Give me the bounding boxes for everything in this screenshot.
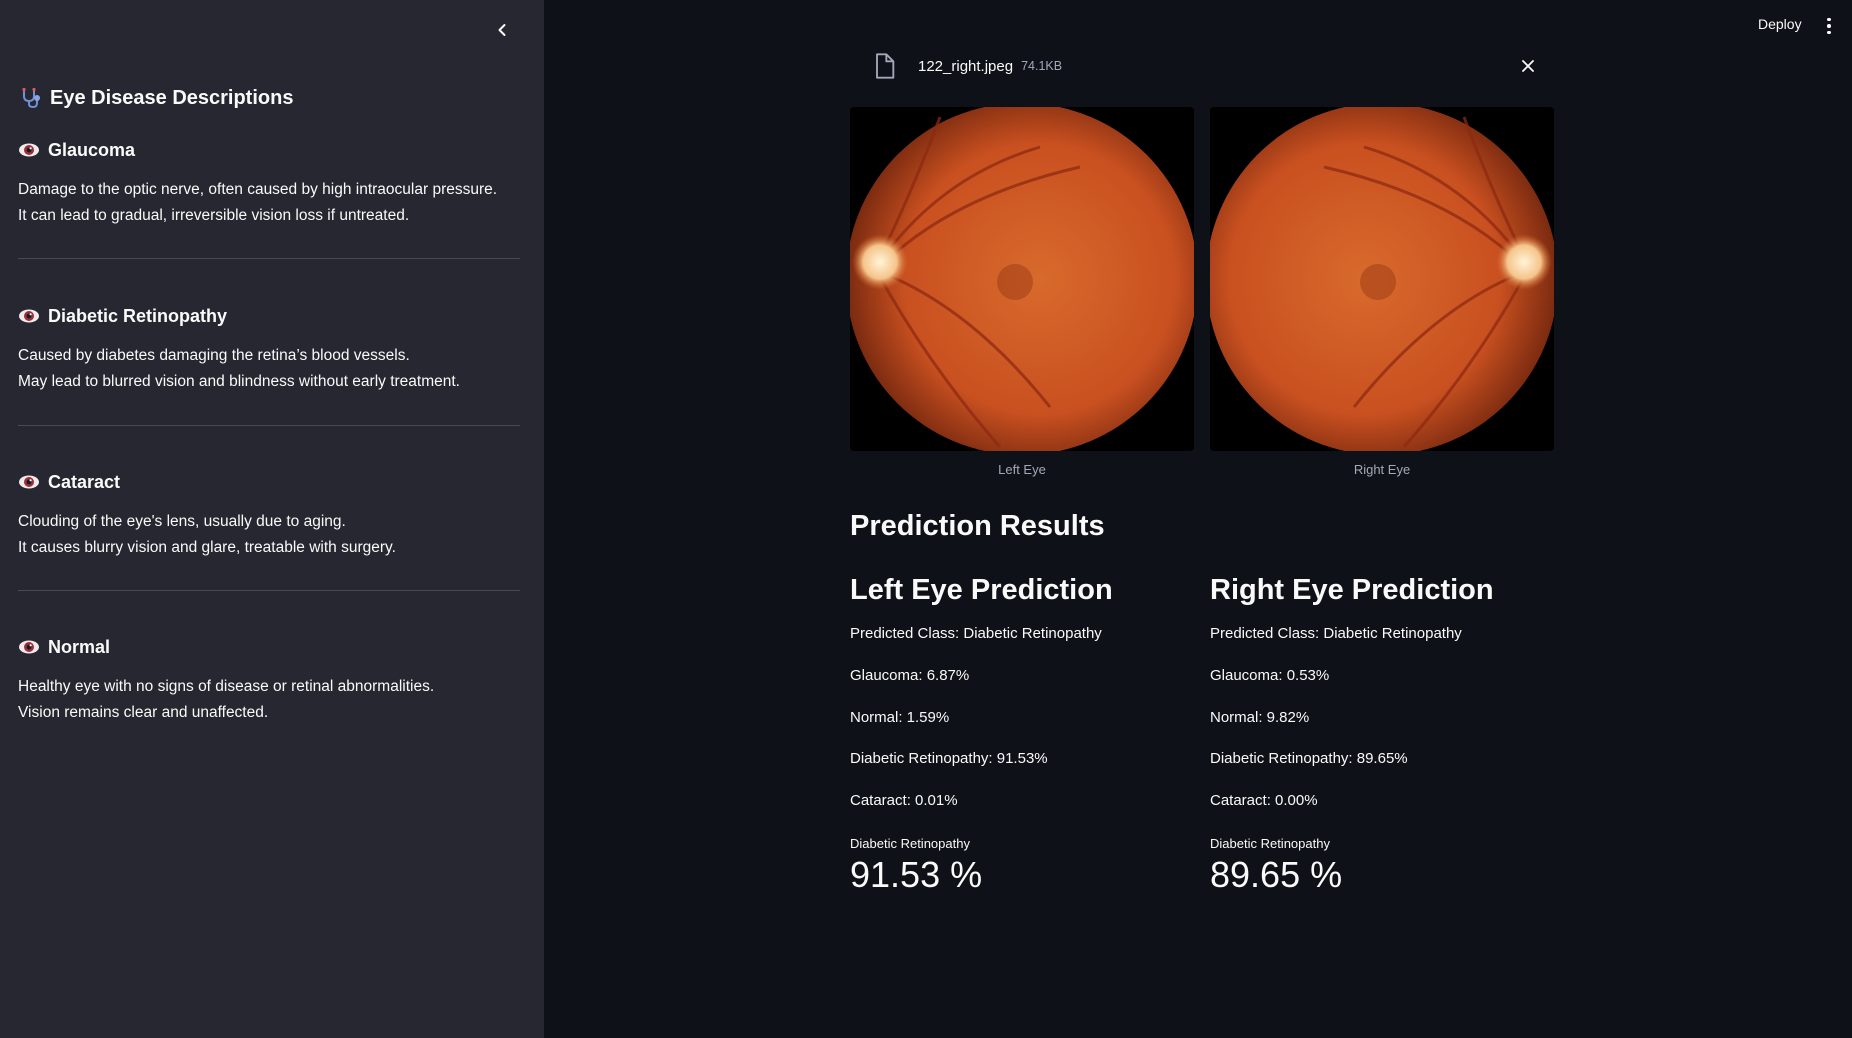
dr-probability: Diabetic Retinopathy: 91.53%: [850, 750, 1048, 767]
uploaded-file: 122_right.jpeg 74.1KB: [870, 50, 1540, 82]
file-size: 74.1KB: [1021, 59, 1063, 73]
file-name: 122_right.jpeg: [918, 57, 1014, 75]
section-divider: [18, 258, 520, 259]
section-divider: [18, 590, 520, 591]
section-heading: Cataract: [48, 471, 121, 492]
eye-icon: [19, 143, 39, 157]
normal-probability: Normal: 9.82%: [1210, 709, 1310, 726]
section-glaucoma: Glaucoma Damage to the optic nerve, ofte…: [18, 137, 520, 229]
metric-value: 91.53 %: [850, 854, 983, 895]
section-text-line: Clouding of the eye's lens, usually due …: [18, 513, 346, 530]
eye-icon: [19, 640, 39, 654]
sidebar-title: Eye Disease Descriptions: [20, 84, 293, 112]
section-heading: Glaucoma: [48, 139, 136, 160]
left-eye-image: [850, 107, 1194, 451]
collapse-sidebar-button[interactable]: [490, 16, 514, 44]
section-diabetic-retinopathy: Diabetic Retinopathy Caused by diabetes …: [18, 303, 520, 395]
stethoscope-icon: [22, 87, 40, 109]
normal-probability: Normal: 1.59%: [850, 709, 950, 726]
section-text-line: Damage to the optic nerve, often caused …: [18, 181, 498, 198]
prediction-results-title: Prediction Results: [850, 510, 1105, 542]
eye-icon: [19, 309, 39, 323]
section-heading: Normal: [48, 636, 111, 657]
section-text-line: It can lead to gradual, irreversible vis…: [18, 207, 410, 224]
metric-label: Diabetic Retinopathy: [1210, 836, 1330, 851]
section-cataract: Cataract Clouding of the eye's lens, usu…: [18, 469, 520, 561]
right-eye-image: [1210, 107, 1554, 451]
section-heading: Diabetic Retinopathy: [48, 305, 228, 326]
metric-value: 89.65 %: [1210, 854, 1343, 895]
left-eye-caption: Left Eye: [998, 462, 1046, 477]
glaucoma-probability: Glaucoma: 6.87%: [850, 667, 970, 684]
remove-file-button[interactable]: [1516, 54, 1540, 78]
cataract-probability: Cataract: 0.00%: [1210, 792, 1318, 809]
metric-label: Diabetic Retinopathy: [850, 836, 970, 851]
close-icon: [1522, 60, 1534, 72]
section-text-line: Healthy eye with no signs of disease or …: [18, 678, 435, 695]
eye-icon: [19, 475, 39, 489]
predicted-class: Predicted Class: Diabetic Retinopathy: [1210, 625, 1462, 642]
section-text-line: It causes blurry vision and glare, treat…: [18, 539, 396, 556]
predicted-class: Predicted Class: Diabetic Retinopathy: [850, 625, 1102, 642]
section-divider: [18, 425, 520, 426]
section-text-line: Caused by diabetes damaging the retina’s…: [18, 347, 410, 364]
left-eye-prediction-heading: Left Eye Prediction: [850, 574, 1113, 606]
right-eye-prediction-heading: Right Eye Prediction: [1210, 574, 1494, 606]
right-eye-prediction: Right Eye Prediction Predicted Class: Di…: [1210, 570, 1554, 895]
sidebar: Eye Disease Descriptions Glaucoma Damage…: [0, 0, 544, 1038]
file-icon: [876, 53, 895, 79]
right-eye-caption: Right Eye: [1353, 462, 1411, 477]
sidebar-title-text: Eye Disease Descriptions: [50, 86, 294, 109]
deploy-button[interactable]: Deploy: [1758, 16, 1802, 32]
dr-probability: Diabetic Retinopathy: 89.65%: [1210, 750, 1408, 767]
left-eye-prediction: Left Eye Prediction Predicted Class: Dia…: [850, 570, 1194, 895]
section-normal: Normal Healthy eye with no signs of dise…: [18, 634, 520, 726]
cataract-probability: Cataract: 0.01%: [850, 792, 958, 809]
section-text-line: May lead to blurred vision and blindness…: [18, 373, 460, 390]
glaucoma-probability: Glaucoma: 0.53%: [1210, 667, 1330, 684]
kebab-menu-icon[interactable]: [1822, 14, 1836, 38]
chevron-left-icon: [498, 24, 506, 36]
section-text-line: Vision remains clear and unaffected.: [18, 704, 269, 721]
